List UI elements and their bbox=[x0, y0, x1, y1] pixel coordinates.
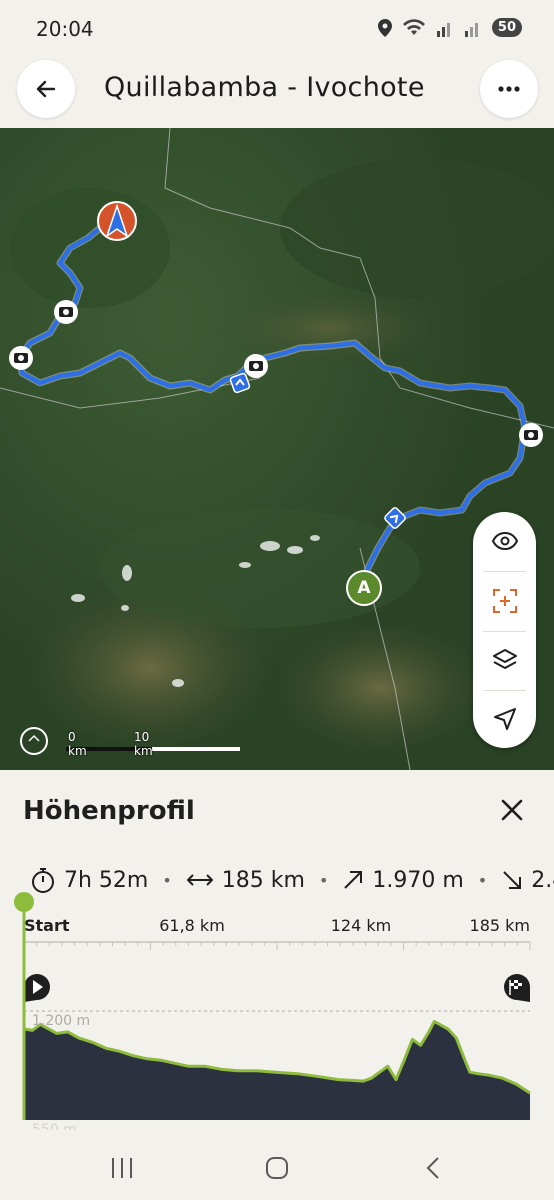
end-marker[interactable] bbox=[97, 201, 137, 241]
scale-label-start: 0 km bbox=[68, 730, 87, 758]
stat-duration-value: 7h 52m bbox=[64, 867, 149, 893]
y-tick-label: 550 m bbox=[32, 1122, 77, 1130]
system-navigation-bar bbox=[0, 1130, 554, 1200]
back-icon bbox=[426, 1157, 439, 1179]
close-button[interactable] bbox=[492, 790, 532, 830]
satellite-map bbox=[0, 128, 554, 770]
map-view[interactable]: A 0 km 10 km bbox=[0, 128, 554, 770]
status-time: 20:04 bbox=[36, 17, 94, 41]
x-tick-label: Start bbox=[24, 916, 70, 935]
x-axis-ticks bbox=[23, 942, 531, 950]
stat-distance: 185 km bbox=[186, 868, 305, 893]
photo-marker[interactable] bbox=[519, 423, 543, 447]
stat-descent-value: 2.48 bbox=[531, 867, 554, 893]
navigation-arrow-icon bbox=[493, 708, 516, 730]
battery-indicator: 50 bbox=[491, 18, 522, 37]
x-tick-label: 61,8 km bbox=[159, 916, 225, 935]
back-button[interactable] bbox=[17, 60, 75, 118]
navigate-button[interactable] bbox=[473, 690, 536, 748]
home-icon bbox=[266, 1157, 288, 1179]
recent-apps-button[interactable] bbox=[102, 1150, 142, 1186]
location-icon bbox=[377, 18, 392, 37]
stat-descent: 2.48 bbox=[501, 868, 554, 893]
stat-ascent-value: 1.970 m bbox=[372, 867, 464, 893]
x-tick-label: 185 km bbox=[470, 916, 530, 935]
close-icon bbox=[501, 799, 523, 821]
arrow-up-right-icon bbox=[344, 871, 363, 889]
status-bar: 20:04 50 bbox=[0, 0, 554, 58]
start-marker[interactable]: A bbox=[346, 570, 382, 606]
elevation-chart[interactable]: Start 61,8 km 124 km 185 km 1.200 m 550 … bbox=[0, 890, 554, 1130]
arrow-left-icon bbox=[36, 80, 56, 98]
photo-marker[interactable] bbox=[9, 346, 33, 370]
layers-button[interactable] bbox=[473, 631, 536, 689]
finish-flag-icon bbox=[504, 974, 530, 1002]
panel-title: Höhenprofil bbox=[23, 796, 195, 826]
app-header: Quillabamba - Ivochote bbox=[0, 58, 554, 128]
scale-label-mid: 10 km bbox=[134, 730, 153, 758]
x-tick-label: 124 km bbox=[331, 916, 391, 935]
signal-icon bbox=[436, 22, 450, 37]
horizontal-arrows-icon bbox=[186, 874, 213, 886]
wifi-icon bbox=[402, 18, 425, 35]
y-tick-label: 1.200 m bbox=[32, 1013, 90, 1029]
arrow-down-right-icon bbox=[503, 871, 522, 889]
page-title: Quillabamba - Ivochote bbox=[104, 72, 425, 103]
map-controls bbox=[473, 512, 536, 748]
stat-ascent: 1.970 m bbox=[342, 867, 464, 893]
start-marker-label: A bbox=[357, 578, 371, 598]
recent-apps-icon bbox=[112, 1158, 132, 1178]
status-icons: 50 bbox=[377, 18, 522, 37]
photo-marker[interactable] bbox=[54, 300, 78, 324]
more-options-button[interactable] bbox=[480, 60, 538, 118]
focus-plus-icon bbox=[492, 589, 517, 613]
eye-icon bbox=[491, 532, 518, 550]
signal-icon bbox=[464, 22, 478, 37]
home-button[interactable] bbox=[257, 1150, 297, 1186]
photo-marker[interactable] bbox=[244, 354, 268, 378]
focus-route-button[interactable] bbox=[473, 572, 536, 630]
more-horizontal-icon bbox=[498, 86, 520, 92]
layers-icon bbox=[492, 649, 517, 669]
system-back-button[interactable] bbox=[413, 1150, 453, 1186]
position-cursor-handle[interactable] bbox=[14, 892, 34, 912]
elevation-profile-panel: Höhenprofil 7h 52m • 185 km • 1.970 m • … bbox=[0, 770, 554, 1130]
start-flag-icon bbox=[24, 974, 50, 1002]
stat-distance-value: 185 km bbox=[221, 867, 305, 893]
visibility-button[interactable] bbox=[473, 512, 536, 570]
